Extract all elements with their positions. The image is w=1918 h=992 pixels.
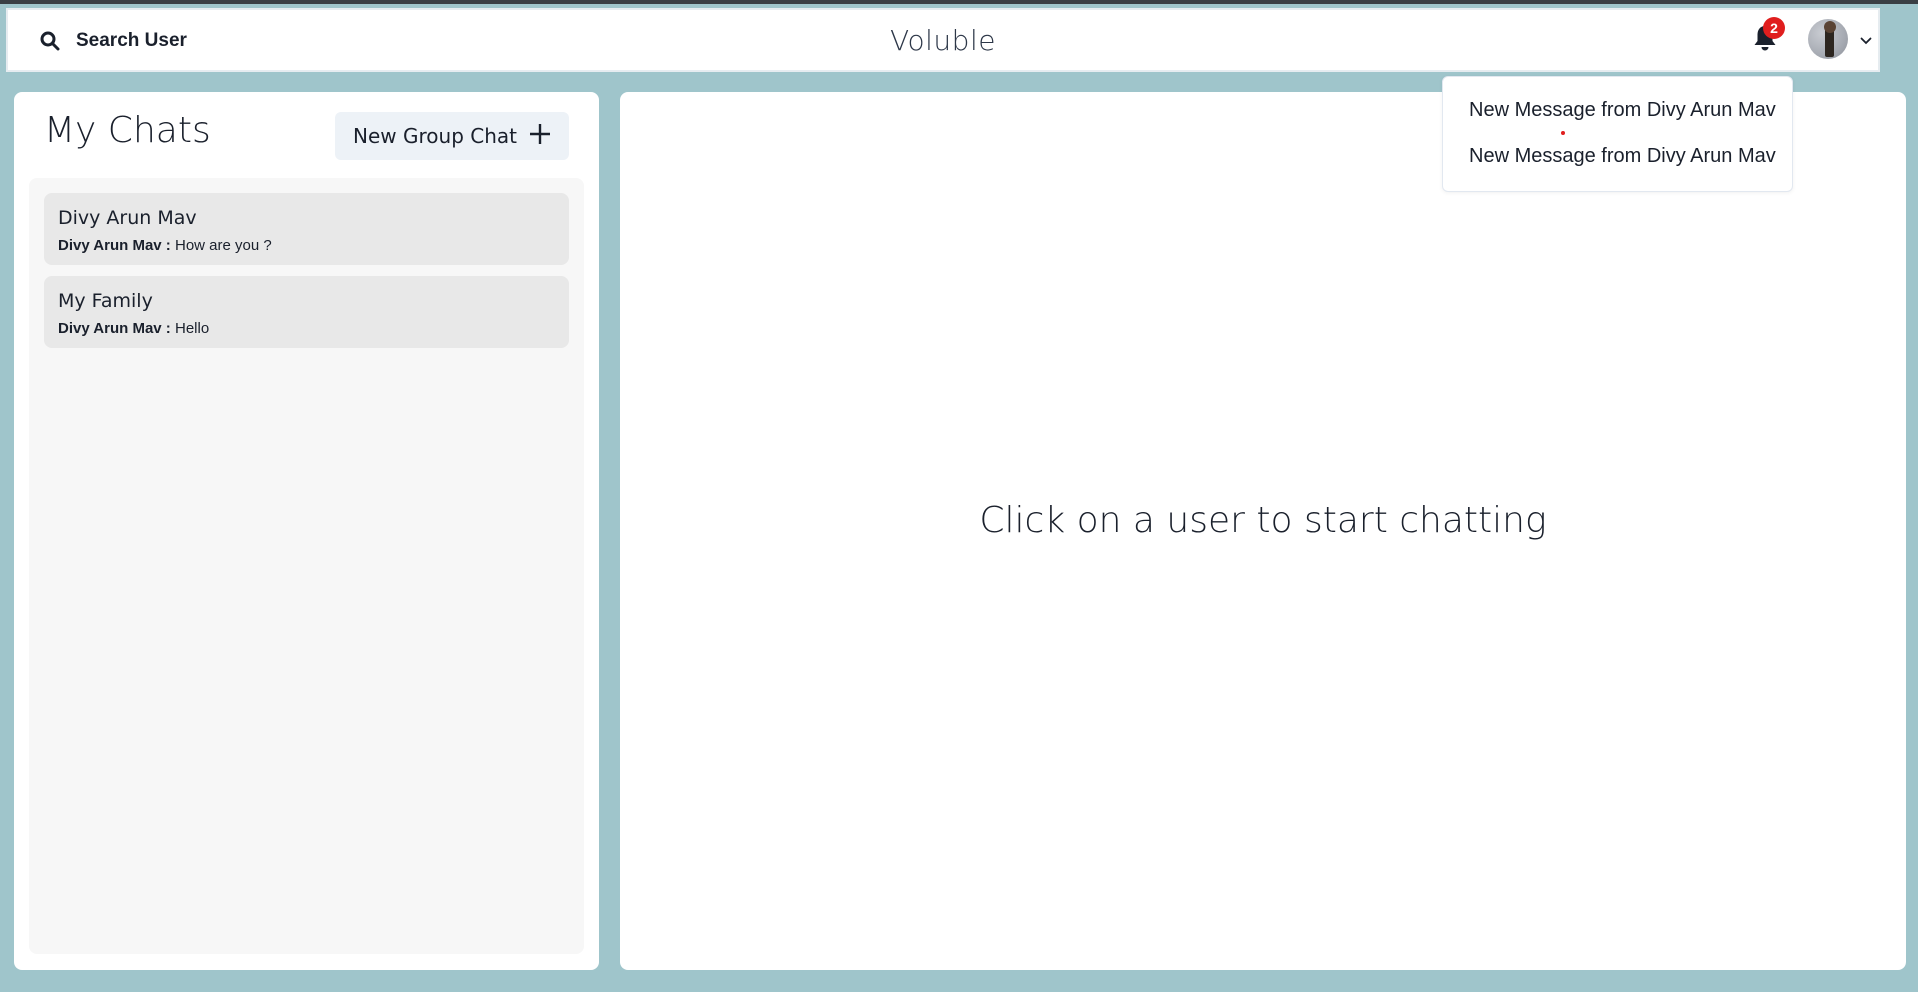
chevron-down-icon: [1860, 30, 1872, 49]
chat-item[interactable]: Divy Arun Mav Divy Arun Mav : How are yo…: [44, 193, 569, 265]
chat-preview-message: Hello: [174, 320, 210, 337]
my-chats-title: My Chats: [44, 110, 211, 151]
empty-chat-placeholder: Click on a user to start chatting: [979, 500, 1547, 541]
chat-list: Divy Arun Mav Divy Arun Mav : How are yo…: [29, 178, 584, 954]
chat-preview-message: How are you ?: [174, 237, 272, 254]
top-navbar: Search User Voluble: [6, 8, 1880, 72]
chat-preview: Divy Arun Mav : Hello: [58, 320, 209, 337]
app-title: Voluble: [890, 24, 996, 57]
new-group-chat-button[interactable]: New Group Chat: [335, 112, 569, 160]
chat-preview-sender: Divy Arun Mav :: [58, 237, 171, 254]
chat-name: My Family: [58, 290, 153, 312]
avatar: [1808, 19, 1848, 59]
window-top-border: [0, 0, 1918, 4]
plus-icon: [529, 123, 551, 150]
notification-item[interactable]: New Message from Divy Arun Mav: [1469, 145, 1776, 168]
profile-menu-button[interactable]: [1808, 18, 1872, 60]
new-group-chat-label: New Group Chat: [353, 124, 517, 148]
chat-name: Divy Arun Mav: [58, 207, 197, 229]
chat-preview: Divy Arun Mav : How are you ?: [58, 237, 272, 254]
chat-item[interactable]: My Family Divy Arun Mav : Hello: [44, 276, 569, 348]
chat-window: Click on a user to start chatting: [620, 92, 1906, 970]
notification-dropdown: New Message from Divy Arun Mav New Messa…: [1442, 76, 1793, 192]
my-chats-panel: My Chats New Group Chat Divy Arun Mav Di…: [14, 92, 599, 970]
cursor-dot: [1561, 131, 1565, 135]
notification-badge: 2: [1763, 17, 1785, 39]
chat-preview-sender: Divy Arun Mav :: [58, 320, 171, 337]
notification-item[interactable]: New Message from Divy Arun Mav: [1469, 99, 1776, 122]
